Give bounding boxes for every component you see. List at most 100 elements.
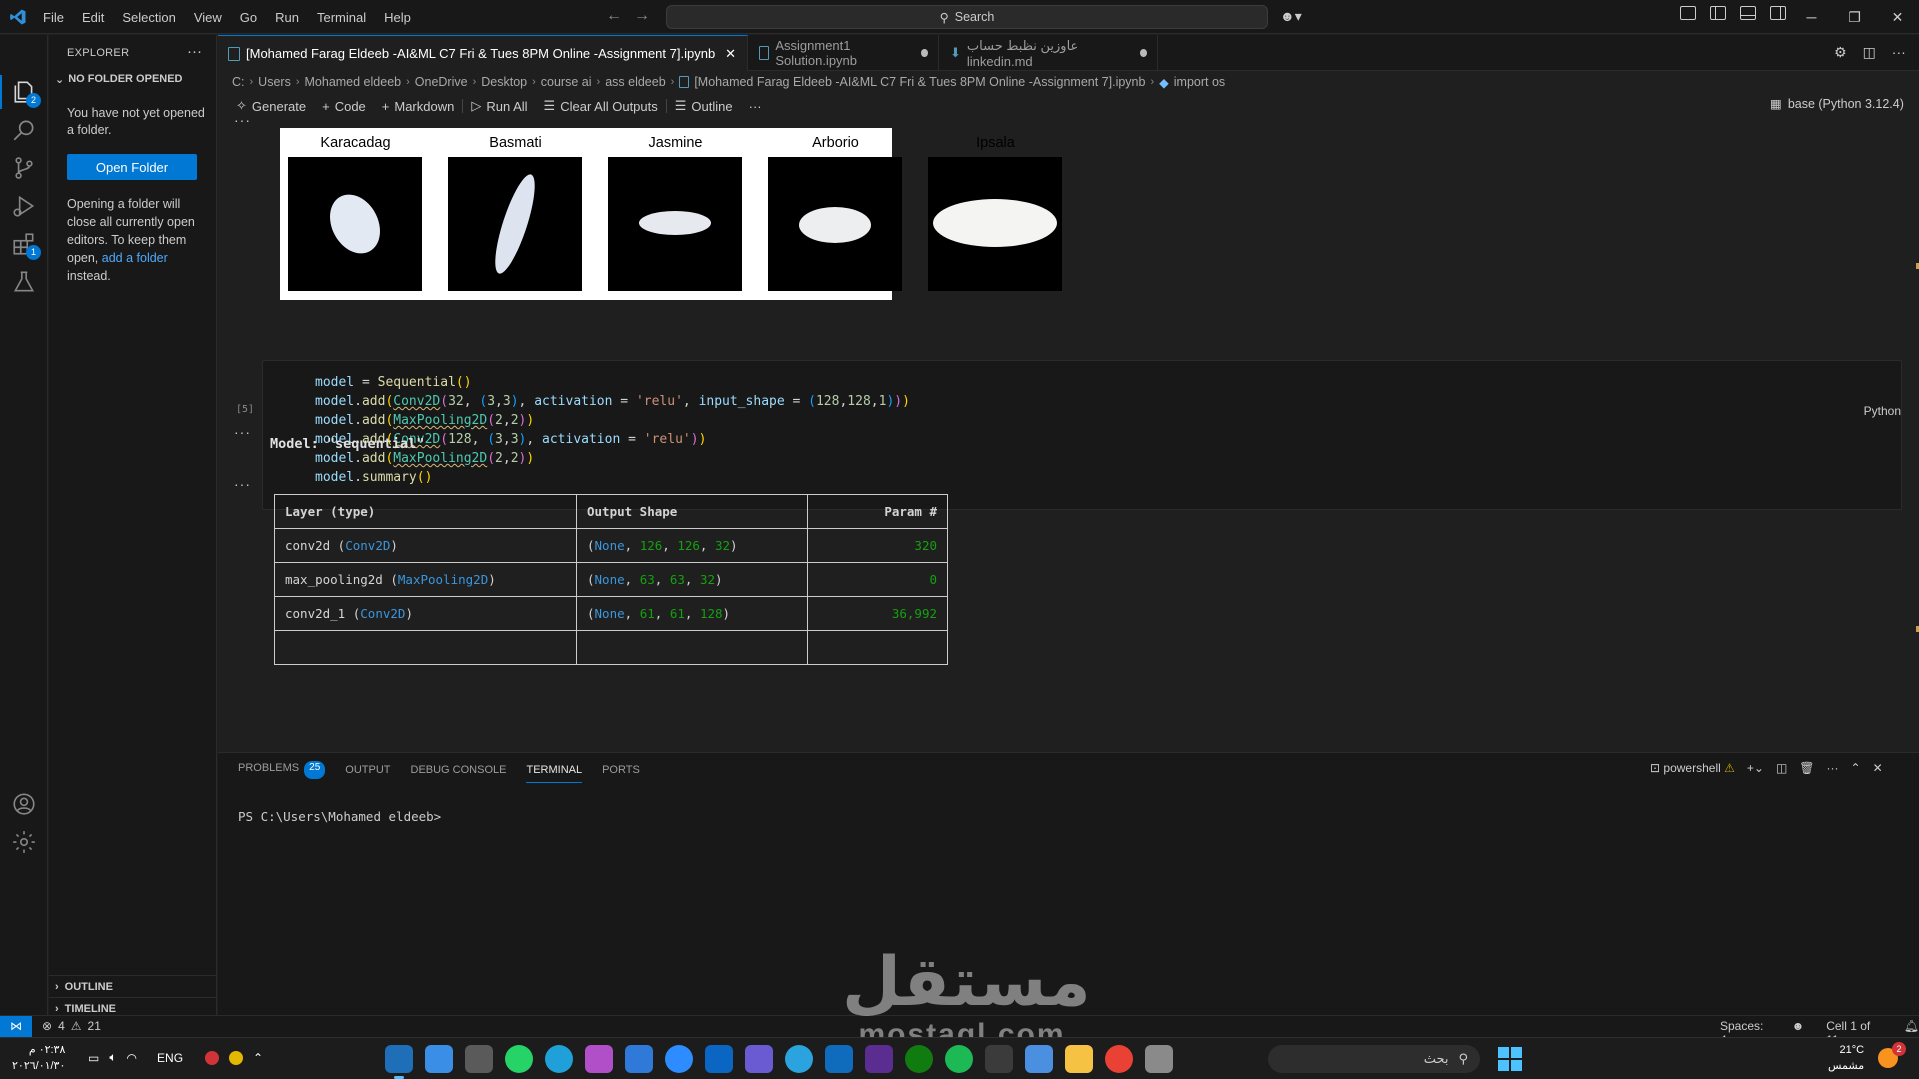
output-actions-icon[interactable]: ··· [234, 424, 251, 440]
more-toolbar-icon[interactable]: ··· [741, 99, 770, 114]
output-actions-icon[interactable]: ··· [234, 120, 251, 128]
windows-start-icon[interactable] [1498, 1047, 1522, 1071]
status-problems[interactable]: ⊗ 4 ⚠ 21 [42, 1019, 101, 1033]
menu-run[interactable]: Run [266, 10, 308, 25]
output-actions-icon[interactable]: ··· [234, 476, 251, 492]
unsaved-dot-icon[interactable] [1139, 49, 1147, 57]
linkedin-app-icon[interactable] [705, 1045, 733, 1073]
tab-terminal[interactable]: TERMINAL [526, 761, 583, 783]
crumb-users[interactable]: Users [258, 75, 291, 89]
source-control-icon[interactable] [11, 155, 37, 181]
tab-ports[interactable]: PORTS [602, 761, 640, 783]
manage-gear-icon[interactable] [11, 829, 37, 855]
volume-icon[interactable]: 🔈︎ [109, 1050, 116, 1065]
tab-linkedin-md[interactable]: ⬇ عاوزين نظبط حساب linkedin.md [940, 35, 1158, 71]
trash-icon[interactable]: 🗑 [1799, 761, 1814, 775]
settings-gear-icon[interactable]: ⚙ [1834, 44, 1847, 61]
new-terminal-icon[interactable]: +⌄ [1747, 761, 1764, 775]
outlook-app-icon[interactable] [825, 1045, 853, 1073]
menu-terminal[interactable]: Terminal [308, 10, 375, 25]
add-markdown-button[interactable]: + Markdown [374, 99, 463, 114]
crumb-desktop[interactable]: Desktop [481, 75, 527, 89]
outline-button[interactable]: ☰ Outline [667, 98, 741, 114]
run-debug-icon[interactable] [11, 193, 37, 219]
accounts-icon[interactable] [11, 791, 37, 817]
copilot-icon[interactable]: ☻▾ [1280, 8, 1302, 25]
cell-language[interactable]: Python [1864, 404, 1901, 418]
generate-button[interactable]: ✧ Generate [228, 98, 314, 114]
whatsapp-app-icon[interactable] [505, 1045, 533, 1073]
tab-problems[interactable]: PROBLEMS 25 [238, 761, 326, 783]
split-editor-icon[interactable]: ◫ [1863, 44, 1876, 61]
restore-icon[interactable]: ❐ [1833, 0, 1876, 34]
unsaved-dot-icon[interactable] [921, 49, 928, 57]
calculator-app-icon[interactable] [465, 1045, 493, 1073]
tab-assignment7[interactable]: [Mohamed Farag Eldeeb -AI&ML C7 Fri & Tu… [218, 35, 748, 71]
code-cell[interactable]: model = Sequential() model.add(Conv2D(32… [262, 360, 1902, 510]
more-actions-icon[interactable]: ··· [187, 43, 202, 60]
code-editor[interactable]: model = Sequential() model.add(Conv2D(32… [315, 373, 910, 487]
store-app-icon[interactable] [1025, 1045, 1053, 1073]
menu-selection[interactable]: Selection [113, 10, 184, 25]
crumb-onedrive[interactable]: OneDrive [415, 75, 468, 89]
back-arrow-icon[interactable]: ← [606, 7, 622, 25]
task-view-app-icon[interactable] [1145, 1045, 1173, 1073]
tab-assignment1[interactable]: Assignment1 Solution.ipynb [749, 35, 939, 71]
weather-widget[interactable]: 21°C مشمس [1828, 1042, 1864, 1074]
close-tab-icon[interactable]: ✕ [725, 46, 736, 62]
add-code-button[interactable]: + Code [314, 99, 374, 114]
file-explorer-app-icon[interactable] [1065, 1045, 1093, 1073]
xbox-app-icon[interactable] [905, 1045, 933, 1073]
toggle-secondary-sidebar-icon[interactable] [1770, 6, 1786, 20]
snipping-app-icon[interactable] [585, 1045, 613, 1073]
close-window-icon[interactable]: ✕ [1876, 0, 1919, 34]
add-folder-link[interactable]: add a folder [102, 251, 168, 265]
split-terminal-icon[interactable]: ◫ [1776, 761, 1787, 775]
command-center-search[interactable]: ⚲ Search [666, 5, 1268, 29]
more-actions-icon[interactable]: ··· [1827, 761, 1839, 775]
security-app-icon[interactable] [745, 1045, 773, 1073]
crumb-folder[interactable]: ass eldeeb [605, 75, 665, 89]
battery-icon[interactable]: ▭ [88, 1051, 99, 1065]
minimize-icon[interactable]: ─ [1790, 0, 1833, 34]
open-folder-button[interactable]: Open Folder [67, 154, 197, 180]
more-actions-icon[interactable]: ··· [1892, 44, 1906, 61]
extensions-icon[interactable]: 1 [11, 231, 41, 260]
tab-output[interactable]: OUTPUT [345, 761, 390, 783]
crumb-user[interactable]: Mohamed eldeeb [305, 75, 402, 89]
kernel-picker[interactable]: ▦ base (Python 3.12.4) [1770, 96, 1904, 112]
chrome-app-icon[interactable] [1105, 1045, 1133, 1073]
tab-debug-console[interactable]: DEBUG CONSOLE [411, 761, 507, 783]
customize-layout-icon[interactable] [1680, 6, 1696, 20]
github-app-icon[interactable] [985, 1045, 1013, 1073]
taskbar-clock[interactable]: ٠٢:٣٨ م ٢٠٢٦/٠١/٣٠ [12, 1042, 65, 1074]
remote-indicator-icon[interactable]: ⋈ [0, 1016, 32, 1038]
menu-file[interactable]: File [34, 10, 73, 25]
no-folder-section[interactable]: ⌄ NO FOLDER OPENED [55, 73, 183, 86]
close-panel-icon[interactable]: ✕ [1873, 761, 1883, 775]
language-indicator[interactable]: ENG [157, 1051, 183, 1065]
menu-go[interactable]: Go [231, 10, 266, 25]
telegram-app-icon[interactable] [785, 1045, 813, 1073]
crumb-course[interactable]: course ai [541, 75, 592, 89]
maximize-panel-icon[interactable]: ⌃ [1851, 761, 1861, 775]
toggle-panel-icon[interactable] [1740, 6, 1756, 20]
edge-app-icon[interactable] [545, 1045, 573, 1073]
run-all-button[interactable]: ▷ Run All [463, 98, 535, 114]
zoom-app-icon[interactable] [665, 1045, 693, 1073]
explorer-icon[interactable]: 2 [11, 79, 41, 108]
forward-arrow-icon[interactable]: → [634, 7, 650, 25]
terminal-prompt[interactable]: PS C:\Users\Mohamed eldeeb> [238, 809, 441, 824]
menu-view[interactable]: View [185, 10, 231, 25]
visual-studio-app-icon[interactable] [865, 1045, 893, 1073]
spotify-app-icon[interactable] [945, 1045, 973, 1073]
clear-outputs-button[interactable]: ☰ Clear All Outputs [536, 98, 666, 114]
outline-section[interactable]: › OUTLINE [49, 975, 217, 997]
testing-flask-icon[interactable] [11, 269, 37, 295]
menu-edit[interactable]: Edit [73, 10, 113, 25]
search-view-icon[interactable] [11, 117, 37, 143]
taskbar-search[interactable]: بحث ⚲ [1268, 1045, 1480, 1073]
crumb-file[interactable]: [Mohamed Farag Eldeeb -AI&ML C7 Fri & Tu… [694, 75, 1145, 89]
menu-help[interactable]: Help [375, 10, 420, 25]
terminal-shell[interactable]: ⊡ powershell ⚠ [1650, 761, 1735, 775]
